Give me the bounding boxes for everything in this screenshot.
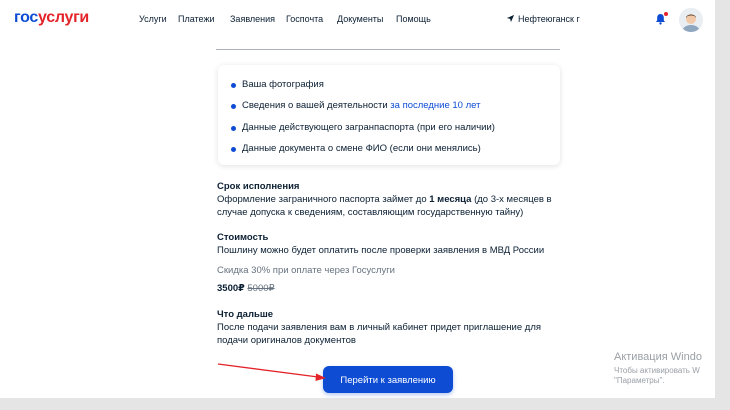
required-documents-card: Ваша фотография Сведения о вашей деятель…: [218, 65, 560, 165]
deadline-title: Срок исполнения: [217, 181, 300, 192]
notification-dot: [664, 12, 668, 16]
nav-item-services[interactable]: Услуги: [139, 14, 167, 24]
price: 3500₽ 5000₽: [217, 283, 275, 294]
header: госуслуги Услуги Платежи Заявления Госпо…: [0, 0, 715, 36]
deadline-text-2: случае допуска к сведениям, составляющим…: [217, 207, 524, 218]
cost-title: Стоимость: [217, 232, 269, 243]
location-arrow-icon: [506, 14, 515, 23]
user-avatar-icon: [679, 8, 703, 32]
discount-text: Скидка 30% при оплате через Госуслуги: [217, 265, 395, 276]
nav-item-gospochta[interactable]: Госпочта: [286, 14, 323, 24]
bullet-icon: [231, 126, 236, 131]
page: госуслуги Услуги Платежи Заявления Госпо…: [0, 0, 715, 398]
next-text-2: подачи оригиналов документов: [217, 335, 356, 346]
nav-item-payments[interactable]: Платежи: [178, 14, 215, 24]
section-divider: [216, 49, 560, 50]
next-text: После подачи заявления вам в личный каби…: [217, 322, 542, 333]
bullet-icon: [231, 104, 236, 109]
avatar[interactable]: [679, 8, 703, 32]
nav-item-documents[interactable]: Документы: [337, 14, 383, 24]
next-title: Что дальше: [217, 309, 274, 320]
bullet-icon: [231, 83, 236, 88]
last-10-years-link[interactable]: за последние 10 лет: [390, 100, 480, 111]
deadline-text: Оформление заграничного паспорта займет …: [217, 194, 552, 205]
old-price: 5000₽: [247, 283, 275, 294]
nav-item-help[interactable]: Помощь: [396, 14, 431, 24]
nav-item-applications[interactable]: Заявления: [230, 14, 275, 24]
current-price: 3500₽: [217, 283, 245, 294]
location-label: Нефтеюганск г: [518, 14, 580, 24]
bullet-icon: [231, 147, 236, 152]
go-to-application-button[interactable]: Перейти к заявлению: [323, 366, 453, 393]
cost-text: Пошлину можно будет оплатить после прове…: [217, 245, 545, 256]
logo[interactable]: госуслуги: [14, 9, 89, 27]
